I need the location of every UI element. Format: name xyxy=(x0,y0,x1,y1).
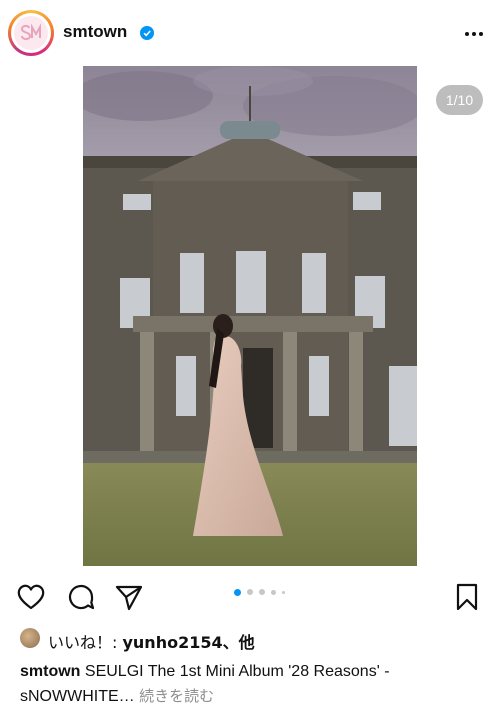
carousel-dot xyxy=(247,589,253,595)
more-horizontal-icon[interactable] xyxy=(464,24,484,44)
photo-woman-in-gown-before-manor xyxy=(83,66,417,566)
likes-prefix: いいね！: xyxy=(48,633,123,652)
post-photo[interactable] xyxy=(83,66,417,566)
comment-icon[interactable] xyxy=(66,582,96,612)
caption-username[interactable]: smtown xyxy=(20,663,80,680)
carousel-indicator xyxy=(232,589,292,597)
profile-avatar[interactable] xyxy=(8,10,54,56)
verified-badge-icon xyxy=(140,26,154,40)
heart-icon[interactable] xyxy=(16,582,46,612)
liker-username[interactable]: yunho2154 xyxy=(122,633,222,652)
post-username[interactable]: smtown xyxy=(63,22,127,42)
image-counter: 1/10 xyxy=(436,85,483,115)
sm-logo-icon xyxy=(14,16,48,50)
likes-row[interactable]: いいね！: yunho2154、他 xyxy=(20,626,490,653)
read-more-link[interactable]: 続きを読む xyxy=(139,687,214,705)
bookmark-icon[interactable] xyxy=(452,582,482,612)
carousel-dot-active xyxy=(234,589,241,596)
send-icon[interactable] xyxy=(114,582,144,612)
carousel-dot xyxy=(271,590,276,595)
likes-suffix[interactable]: 、他 xyxy=(223,633,255,652)
liker-avatar xyxy=(20,628,40,648)
carousel-dot xyxy=(282,591,285,594)
post-caption: smtown SEULGI The 1st Mini Album '28 Rea… xyxy=(20,660,490,708)
likes-text: いいね！: yunho2154、他 xyxy=(48,629,255,653)
post-header: smtown xyxy=(0,0,500,66)
carousel-dot xyxy=(259,589,265,595)
